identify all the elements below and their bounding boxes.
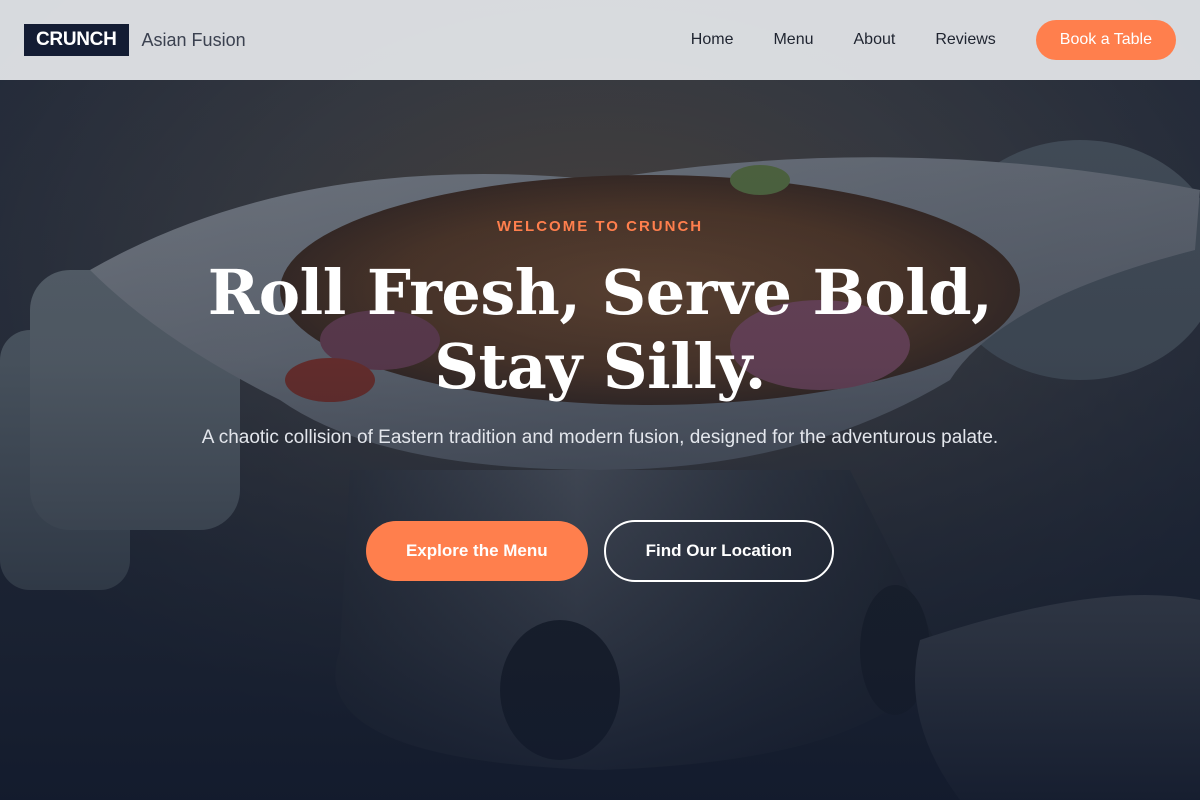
hero-cta-row: Explore the Menu Find Our Location — [0, 520, 1200, 582]
brand-tagline: Asian Fusion — [141, 29, 246, 50]
site-navbar: CRUNCH Asian Fusion Home Menu About Revi… — [0, 0, 1200, 80]
hero-headline: Roll Fresh, Serve Bold, Stay Silly. — [150, 256, 1050, 404]
nav-link-home[interactable]: Home — [691, 31, 734, 49]
main-nav: Home Menu About Reviews Book a Table — [691, 20, 1176, 60]
nav-link-about[interactable]: About — [854, 31, 896, 49]
hero-eyebrow: WELCOME TO CRUNCH — [496, 218, 704, 235]
book-table-button[interactable]: Book a Table — [1035, 20, 1176, 60]
hero-headline-line-2: Stay Silly. — [434, 330, 766, 403]
explore-menu-button[interactable]: Explore the Menu — [365, 521, 588, 581]
hero-subtitle: A chaotic collision of Eastern tradition… — [201, 427, 999, 448]
hero-headline-line-1: Roll Fresh, Serve Bold, — [207, 256, 993, 329]
logo[interactable]: CRUNCH — [24, 24, 129, 56]
nav-link-reviews[interactable]: Reviews — [935, 31, 995, 49]
brand[interactable]: CRUNCH Asian Fusion — [24, 24, 246, 56]
nav-link-menu[interactable]: Menu — [773, 31, 813, 49]
find-location-button[interactable]: Find Our Location — [603, 520, 835, 582]
